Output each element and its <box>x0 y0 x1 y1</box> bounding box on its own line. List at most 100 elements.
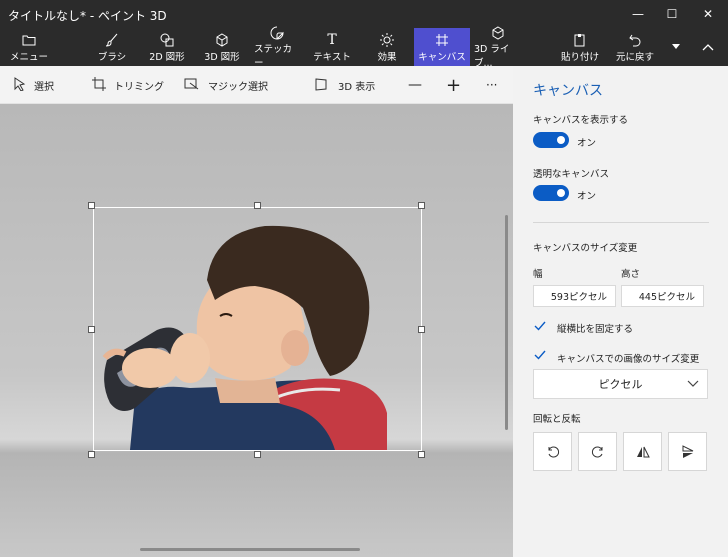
shapes2d-tab[interactable]: 2D 図形 <box>144 28 190 66</box>
view3d-button[interactable]: 3D 表示 <box>314 66 375 104</box>
crop-icon <box>92 76 106 94</box>
resize-handle-bottom-left[interactable] <box>88 451 95 458</box>
canvas-selection-frame[interactable] <box>93 207 422 451</box>
folder-icon <box>22 32 36 48</box>
shapes2d-icon <box>160 32 174 48</box>
unit-select[interactable]: ピクセル <box>533 369 708 399</box>
library3d-icon <box>491 25 505 40</box>
resize-handle-top[interactable] <box>254 202 261 209</box>
resize-handle-right[interactable] <box>418 326 425 333</box>
resize-image-checkbox[interactable] <box>533 348 547 362</box>
chevron-down-icon <box>672 39 680 55</box>
zoom-out-button[interactable]: — <box>408 66 422 104</box>
library3d-tab[interactable]: 3D ライブ... <box>474 25 522 69</box>
transparent-canvas-toggle[interactable] <box>533 185 569 201</box>
vertical-scrollbar[interactable] <box>505 215 508 430</box>
resize-handle-bottom[interactable] <box>254 451 261 458</box>
flip-vertical-button[interactable] <box>668 432 707 471</box>
rotate-left-button[interactable] <box>533 432 572 471</box>
resize-heading: キャンバスのサイズ変更 <box>533 243 638 254</box>
sticker-icon <box>270 26 284 40</box>
view3d-icon <box>314 77 330 94</box>
maximize-button[interactable]: ☐ <box>654 0 690 28</box>
history-dropdown[interactable] <box>666 28 686 66</box>
show-canvas-label: キャンバスを表示する <box>533 115 629 126</box>
paste-icon <box>573 32 587 48</box>
stickers-label: ステッカー <box>254 43 293 69</box>
effects-tab[interactable]: 効果 <box>366 28 408 66</box>
more-options-button[interactable]: ··· <box>486 66 497 104</box>
lock-aspect-label: 縦横比を固定する <box>557 324 634 335</box>
text-label: テキスト <box>313 51 351 63</box>
select-label: 選択 <box>34 81 54 93</box>
select-tool[interactable]: 選択 <box>14 66 54 104</box>
canvas-grid-icon <box>435 32 449 48</box>
width-label: 幅 <box>533 269 543 280</box>
brush-icon <box>105 32 119 48</box>
resize-handle-left[interactable] <box>88 326 95 333</box>
resize-image-label: キャンバスでの画像のサイズ変更 <box>557 354 700 365</box>
chevron-down-icon <box>687 378 699 391</box>
horizontal-scrollbar[interactable] <box>140 548 360 551</box>
effects-label: 効果 <box>377 51 397 63</box>
brush-label: ブラシ <box>97 51 127 63</box>
sun-icon <box>380 32 394 48</box>
resize-handle-bottom-right[interactable] <box>418 451 425 458</box>
resize-handle-top-left[interactable] <box>88 202 95 209</box>
brush-tab[interactable]: ブラシ <box>92 28 132 66</box>
canvas-side-panel: キャンバス キャンバスを表示する オン 透明なキャンバス オン キャンバスのサイ… <box>513 66 728 557</box>
menu-label: メニュー <box>9 51 48 63</box>
canvas-toolbar: 選択 トリミング マジック選択 3D 表示 — + ··· <box>0 66 513 104</box>
transparent-canvas-state: オン <box>577 191 597 202</box>
library3d-label: 3D ライブ... <box>474 43 510 69</box>
chevron-up-icon <box>702 39 714 55</box>
checkmark-icon <box>534 321 546 331</box>
shapes2d-label: 2D 図形 <box>149 51 185 63</box>
transparent-canvas-label: 透明なキャンバス <box>533 169 610 180</box>
shapes3d-label: 3D 図形 <box>204 51 240 63</box>
canvas-label: キャンバス <box>418 51 466 63</box>
toggle-knob <box>557 136 565 144</box>
show-canvas-state: オン <box>577 138 597 149</box>
close-button[interactable]: ✕ <box>690 0 726 28</box>
magic-select-tool[interactable]: マジック選択 <box>184 66 268 104</box>
menu-button[interactable]: メニュー <box>6 28 52 66</box>
panel-title: キャンバス <box>533 83 603 99</box>
cursor-icon <box>14 76 26 94</box>
canvas-tab[interactable]: キャンバス <box>414 28 470 66</box>
resize-handle-top-right[interactable] <box>418 202 425 209</box>
crop-label: トリミング <box>114 81 164 93</box>
lock-aspect-checkbox[interactable] <box>533 319 547 333</box>
collapse-ribbon-button[interactable] <box>694 28 722 66</box>
height-field[interactable]: 445ピクセル <box>621 285 704 307</box>
text-icon: T <box>327 31 337 48</box>
stickers-tab[interactable]: ステッカー <box>254 26 300 69</box>
undo-label: 元に戻す <box>615 51 654 63</box>
zoom-in-button[interactable]: + <box>446 66 461 104</box>
checkmark-icon <box>534 350 546 360</box>
show-canvas-toggle[interactable] <box>533 132 569 148</box>
title-bar: タイトルなし* - ペイント 3D — ☐ ✕ <box>0 0 728 28</box>
shapes3d-tab[interactable]: 3D 図形 <box>200 28 244 66</box>
minimize-button[interactable]: — <box>620 0 656 28</box>
cube-icon <box>215 32 229 48</box>
panel-divider <box>533 222 709 223</box>
undo-icon <box>628 32 642 48</box>
text-tab[interactable]: T テキスト <box>310 28 354 66</box>
window-title: タイトルなし* - ペイント 3D <box>8 9 167 23</box>
flip-horizontal-button[interactable] <box>623 432 662 471</box>
rotate-right-icon <box>591 446 602 457</box>
crop-tool[interactable]: トリミング <box>92 66 164 104</box>
magic-select-label: マジック選択 <box>208 81 268 93</box>
rotate-right-button[interactable] <box>578 432 617 471</box>
flip-horizontal-icon <box>636 446 650 457</box>
undo-button[interactable]: 元に戻す <box>612 28 658 66</box>
paste-button[interactable]: 貼り付け <box>558 28 602 66</box>
rotate-left-icon <box>548 446 559 457</box>
toggle-knob <box>557 189 565 197</box>
unit-select-value: ピクセル <box>598 378 643 391</box>
view3d-label: 3D 表示 <box>338 81 376 93</box>
width-field[interactable]: 593ピクセル <box>533 285 616 307</box>
height-label: 高さ <box>621 269 641 280</box>
magic-select-icon <box>184 77 200 94</box>
